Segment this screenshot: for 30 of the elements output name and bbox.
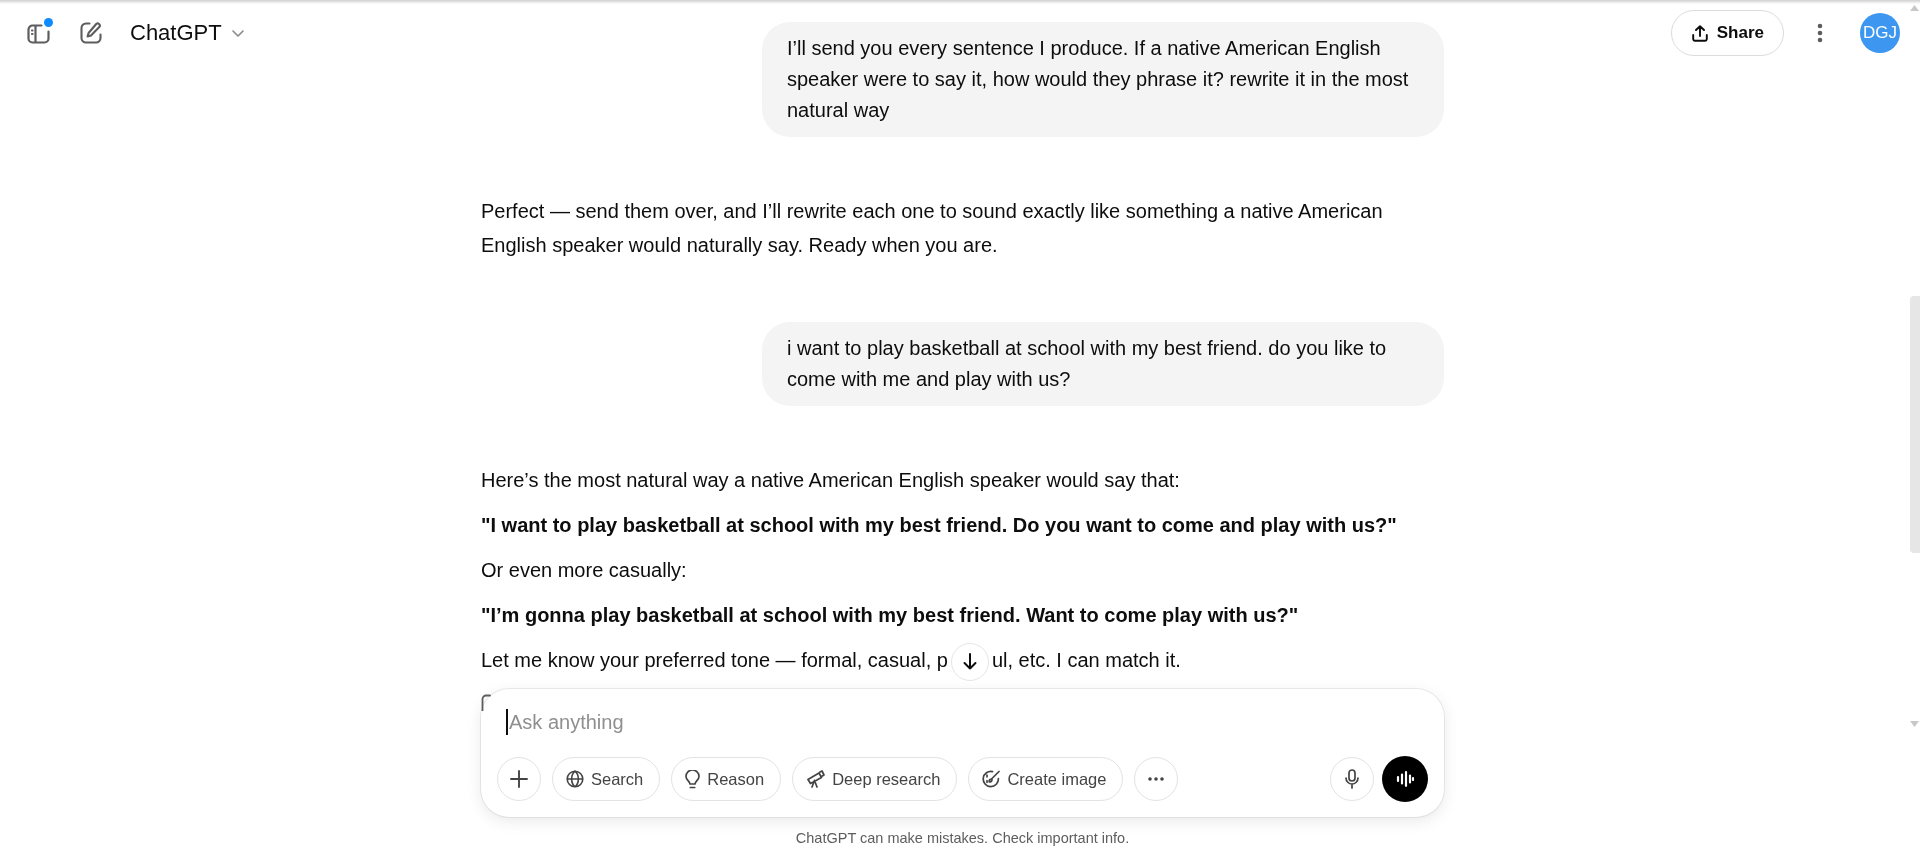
assistant-message-text: Or even more casually: — [481, 558, 688, 583]
paintbrush-icon — [982, 770, 1001, 788]
plus-icon — [510, 770, 528, 788]
lightbulb-icon — [685, 769, 701, 789]
assistant-message-text: Perfect — send them over, and I’ll rewrite each one to sound exactly like something a native American English speaker would naturally say. Ready when you are. — [481, 199, 1384, 258]
globe-icon — [566, 770, 584, 788]
sidebar-icon[interactable] — [27, 24, 50, 44]
share-icon — [1691, 24, 1708, 42]
microphone-icon — [1345, 769, 1359, 789]
more-options-icon[interactable] — [1817, 23, 1823, 43]
message-input-field[interactable]: Ask anything — [506, 709, 1428, 735]
chevron-down-icon — [231, 29, 244, 37]
assistant-message-text: "I want to play basketball at school with my best friend. Do you want to come and play with us?" — [481, 513, 1398, 538]
voice-mode-button[interactable] — [1382, 756, 1428, 802]
user-message: I’ll send you every sentence I produce. If a native American English speaker were to say it, how would they phrase it? rewrite it in the most natural way — [762, 22, 1444, 137]
scroll-down-button[interactable] — [950, 642, 989, 681]
waveform-icon — [1396, 771, 1414, 787]
user-message: i want to play basketball at school with my best friend. do you like to come with me and play with us? — [762, 322, 1444, 406]
edit-icon[interactable] — [79, 21, 103, 45]
assistant-message-text: "I’m gonna play basketball at school with my best friend. Want to come play with us?" — [481, 603, 1300, 628]
model-selector[interactable]: ChatGPT — [130, 20, 244, 46]
arrow-down-icon — [962, 653, 977, 671]
cut-off-icon — [481, 694, 491, 711]
assistant-message-text: Let me know your preferred tone — formal, casual, p — [481, 649, 948, 671]
telescope-icon — [806, 770, 826, 788]
assistant-message-text: ul, etc. I can match it. — [991, 649, 1181, 671]
ellipsis-icon — [1148, 777, 1165, 781]
assistant-message-text: Here’s the most natural way a native American English speaker would say that: — [481, 468, 1181, 493]
scrollbar-thumb[interactable] — [1910, 296, 1920, 553]
disclaimer-text: ChatGPT can make mistakes. Check important info. — [795, 830, 1130, 846]
